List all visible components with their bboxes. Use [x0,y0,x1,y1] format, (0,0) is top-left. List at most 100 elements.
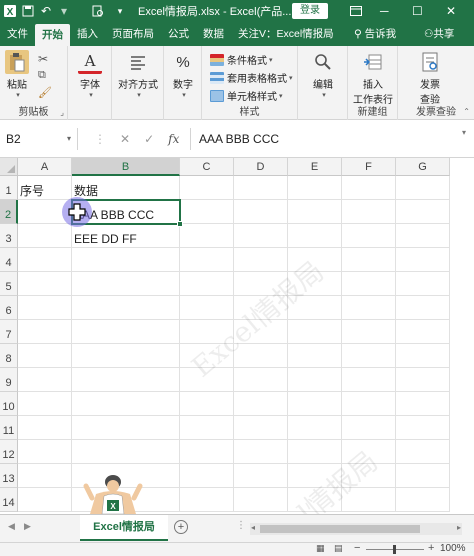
cell-g5[interactable] [396,272,450,296]
row-header-4[interactable]: 4 [0,248,18,272]
cell-a13[interactable] [18,464,72,488]
cell-b9[interactable] [72,368,180,392]
cell-b6[interactable] [72,296,180,320]
tab-data[interactable]: 数据 [196,22,231,46]
cell-d14[interactable] [234,488,288,512]
cell-e9[interactable] [288,368,342,392]
collapse-ribbon-icon[interactable]: ⌃ [463,107,470,116]
tab-insert[interactable]: 插入 [70,22,105,46]
cancel-entry-icon[interactable]: ✕ [120,132,130,146]
zoom-out-icon[interactable]: − [354,542,360,554]
edit-button[interactable]: 编辑 ▾ [306,50,340,99]
row-header-10[interactable]: 10 [0,392,18,416]
formula-input[interactable]: AAA BBB CCC [190,128,474,150]
cell-e5[interactable] [288,272,342,296]
row-header-3[interactable]: 3 [0,224,18,248]
cell-c6[interactable] [180,296,234,320]
cell-g2[interactable] [396,200,450,224]
format-painter-icon[interactable]: 🖌 [38,86,52,99]
cell-b12[interactable] [72,440,180,464]
row-header-2[interactable]: 2 [0,200,18,224]
cell-b10[interactable] [72,392,180,416]
cell-c10[interactable] [180,392,234,416]
cell-f11[interactable] [342,416,396,440]
cell-b3[interactable]: EEE DD FF [72,224,180,248]
cell-g11[interactable] [396,416,450,440]
tab-home[interactable]: 开始 [35,24,70,46]
tab-split-icon[interactable]: ⋮ [236,520,246,531]
row-header-6[interactable]: 6 [0,296,18,320]
zoom-slider-thumb[interactable] [393,545,396,554]
tab-follow[interactable]: 关注V：Excel情报局 [231,22,341,46]
column-header-d[interactable]: D [234,158,288,176]
fill-handle[interactable] [177,221,183,227]
save-icon[interactable] [18,0,38,22]
cell-a1[interactable]: 序号 [18,176,72,200]
cell-b4[interactable] [72,248,180,272]
cell-e14[interactable] [288,488,342,512]
row-header-12[interactable]: 12 [0,440,18,464]
cell-g10[interactable] [396,392,450,416]
cell-e7[interactable] [288,320,342,344]
row-header-11[interactable]: 11 [0,416,18,440]
cell-g8[interactable] [396,344,450,368]
cell-a8[interactable] [18,344,72,368]
print-preview-icon[interactable] [88,0,108,22]
cell-b1[interactable]: 数据 [72,176,180,200]
cell-c9[interactable] [180,368,234,392]
column-header-e[interactable]: E [288,158,342,176]
cell-b7[interactable] [72,320,180,344]
font-button[interactable]: A 字体 ▾ [75,50,105,99]
zoom-slider[interactable] [366,545,424,554]
horizontal-scroll-thumb[interactable] [260,525,420,533]
cell-e6[interactable] [288,296,342,320]
cell-f10[interactable] [342,392,396,416]
cell-c1[interactable] [180,176,234,200]
cell-f8[interactable] [342,344,396,368]
customize-toolbar-icon[interactable]: ▾ [110,0,130,22]
name-box-dropdown-icon[interactable]: ▾ [67,128,71,150]
cell-c14[interactable] [180,488,234,512]
cell-a11[interactable] [18,416,72,440]
cell-f6[interactable] [342,296,396,320]
cell-d3[interactable] [234,224,288,248]
cell-c2[interactable] [180,200,234,224]
cell-g9[interactable] [396,368,450,392]
alignment-button[interactable]: 对齐方式 ▾ [114,50,162,99]
row-header-13[interactable]: 13 [0,464,18,488]
cell-a5[interactable] [18,272,72,296]
cell-a4[interactable] [18,248,72,272]
insert-row-button[interactable]: 插入 工作表行 [350,50,396,106]
cell-d6[interactable] [234,296,288,320]
cell-g1[interactable] [396,176,450,200]
cell-a9[interactable] [18,368,72,392]
cut-icon[interactable]: ✂ [38,52,48,66]
cell-e3[interactable] [288,224,342,248]
cell-a12[interactable] [18,440,72,464]
cell-d5[interactable] [234,272,288,296]
invoice-check-button[interactable]: 发票 查验 [410,50,450,106]
ribbon-display-icon[interactable] [350,0,362,22]
minimize-icon[interactable]: ─ [380,0,389,22]
cell-d2[interactable] [234,200,288,224]
select-all-button[interactable] [0,158,18,176]
normal-view-icon[interactable]: ▦ [316,543,325,554]
expand-formula-bar-icon[interactable]: ▾ [462,128,466,137]
cell-e12[interactable] [288,440,342,464]
conditional-format-button[interactable]: 条件格式 ▾ [210,52,273,67]
cell-g13[interactable] [396,464,450,488]
cell-d4[interactable] [234,248,288,272]
number-button[interactable]: % 数字 ▾ [168,50,198,100]
tab-formulas[interactable]: 公式 [161,22,196,46]
cell-d11[interactable] [234,416,288,440]
row-header-8[interactable]: 8 [0,344,18,368]
cell-e1[interactable] [288,176,342,200]
paste-button[interactable]: 粘贴 ▾ [4,50,30,99]
row-header-14[interactable]: 14 [0,488,18,512]
scroll-left-icon[interactable]: ◂ [251,523,255,532]
column-header-g[interactable]: G [396,158,450,176]
cell-c12[interactable] [180,440,234,464]
cell-c11[interactable] [180,416,234,440]
clipboard-launcher-icon[interactable]: ⌟ [60,108,64,117]
cell-d9[interactable] [234,368,288,392]
